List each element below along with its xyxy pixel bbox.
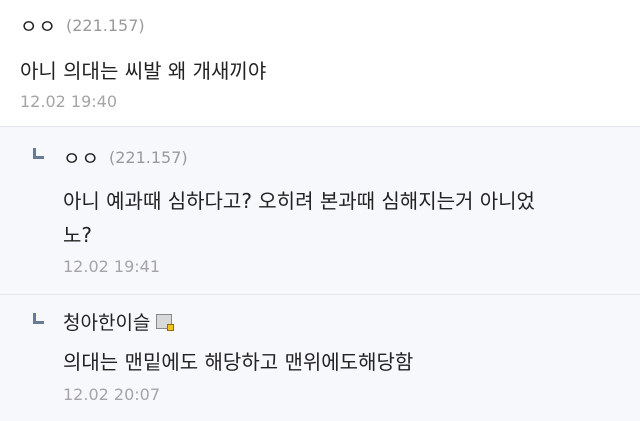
nickname[interactable]: ㅇㅇ <box>63 144 100 171</box>
nickname[interactable]: ㅇㅇ <box>20 12 57 39</box>
reply-text-line: 노? <box>63 223 93 247</box>
reply-date: 12.02 19:41 <box>63 257 160 276</box>
comment-date: 12.02 19:40 <box>20 92 117 111</box>
comment-list: ㅇㅇ (221.157) 아니 의대는 씨발 왜 개새끼야 12.02 19:4… <box>0 0 640 421</box>
gallog-icon[interactable] <box>156 313 175 331</box>
ip-address: (221.157) <box>108 147 188 167</box>
reply-author: 청아한이슬 <box>63 307 175 335</box>
comment-text: 아니 의대는 씨발 왜 개새끼야 <box>20 59 267 83</box>
comment-item: ㅇㅇ (221.157) 아니 의대는 씨발 왜 개새끼야 12.02 19:4… <box>0 0 640 126</box>
reply-arrow-icon <box>33 148 44 159</box>
reply-arrow-icon <box>33 313 44 324</box>
ip-address: (221.157) <box>65 15 145 35</box>
reply-text-line: 아니 예과때 심하다고? 오히려 본과때 심해지는거 아니었 <box>63 189 535 213</box>
reply-author: ㅇㅇ (221.157) <box>63 143 188 171</box>
reply-date: 12.02 20:07 <box>63 385 160 404</box>
reply-item: 청아한이슬 의대는 맨밑에도 해당하고 맨위에도해당함 12.02 20:07 <box>0 294 640 421</box>
reply-item: ㅇㅇ (221.157) 아니 예과때 심하다고? 오히려 본과때 심해지는거 … <box>0 126 640 294</box>
nickname[interactable]: 청아한이슬 <box>63 308 150 335</box>
reply-text: 의대는 맨밑에도 해당하고 맨위에도해당함 <box>63 350 414 374</box>
comment-author: ㅇㅇ (221.157) <box>20 11 145 39</box>
